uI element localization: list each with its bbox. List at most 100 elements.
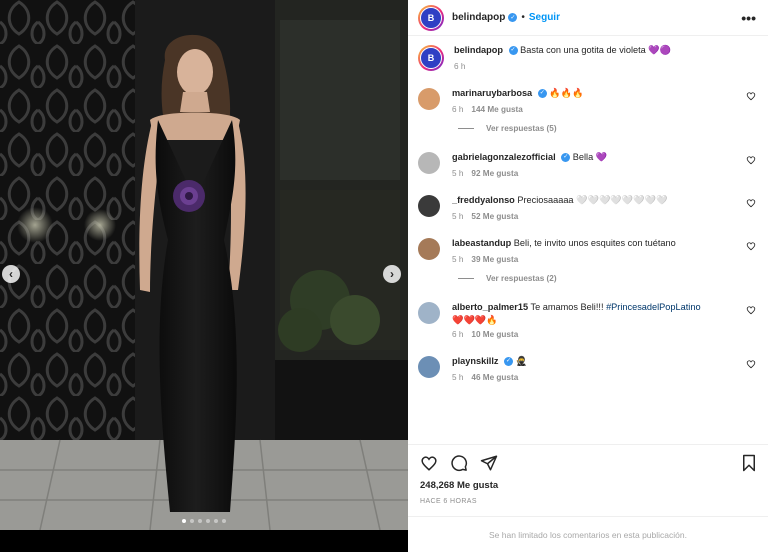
more-options-icon[interactable]: ••• [741, 10, 756, 26]
comment-meta: 6 h 10 Me gusta [452, 330, 758, 339]
post-header: B belindapop ✓ • Seguir ••• [408, 0, 768, 36]
comment: labeastandup Beli, te invito unos esquit… [418, 237, 758, 264]
view-replies-label: Ver respuestas (2) [486, 274, 557, 283]
post-actions [408, 444, 768, 480]
comment-username[interactable]: marinaruybarbosa [452, 88, 532, 98]
comment-username[interactable]: playnskillz [452, 356, 498, 366]
view-replies-label: Ver respuestas (5) [486, 124, 557, 133]
carousel-dot [206, 519, 210, 523]
comment-meta: 5 h 46 Me gusta [452, 373, 758, 382]
photo-illustration [0, 0, 408, 530]
replies-line [458, 278, 474, 279]
heart-icon[interactable] [746, 91, 756, 101]
comment-meta: 5 h 92 Me gusta [452, 169, 758, 178]
share-icon[interactable] [480, 454, 498, 472]
commenter-avatar[interactable] [418, 356, 440, 378]
verified-badge-icon: ✓ [561, 153, 571, 163]
carousel-dot [222, 519, 226, 523]
follow-button[interactable]: Seguir [529, 12, 560, 23]
comment-time: 5 h [452, 169, 464, 178]
comment-username[interactable]: _freddyalonso [452, 195, 515, 205]
comment-icon[interactable] [450, 454, 468, 472]
comment-time: 5 h [452, 212, 464, 221]
comment-meta: 5 h 39 Me gusta [452, 255, 758, 264]
comments-list[interactable]: B belindapop ✓ Basta con una gotita de v… [408, 36, 768, 444]
verified-badge-icon: ✓ [508, 13, 518, 22]
comment-likes[interactable]: 92 Me gusta [471, 169, 518, 178]
caption-avatar[interactable]: B [418, 45, 444, 71]
heart-icon[interactable] [746, 359, 756, 369]
comment-likes[interactable]: 10 Me gusta [471, 330, 518, 339]
post-photo [0, 0, 408, 530]
verified-badge-icon: ✓ [537, 89, 547, 99]
comment-text: Preciosaaaaa 🤍🤍🤍🤍🤍🤍🤍🤍 [517, 195, 668, 205]
heart-icon[interactable] [746, 241, 756, 251]
comment: marinaruybarbosa ✓ 🔥🔥🔥 6 h 144 Me gusta [418, 87, 758, 114]
carousel-dot [214, 519, 218, 523]
verified-badge-icon: ✓ [508, 46, 518, 56]
comment-time: 5 h [452, 373, 464, 382]
author-avatar-image: B [420, 6, 442, 29]
comment-text-row: _freddyalonso Preciosaaaaa 🤍🤍🤍🤍🤍🤍🤍🤍 [452, 194, 758, 207]
comment-text-row: gabrielagonzalezofficial ✓ Bella 💜 [452, 151, 758, 164]
carousel-dot [182, 519, 186, 523]
instagram-post: ‹ › B belindapop ✓ • Seguir ••• B belind… [0, 0, 768, 552]
replies-line [458, 128, 474, 129]
caption: B belindapop ✓ Basta con una gotita de v… [418, 44, 758, 71]
comment-username[interactable]: alberto_palmer15 [452, 302, 528, 312]
comment-likes[interactable]: 144 Me gusta [471, 105, 522, 114]
comment: gabrielagonzalezofficial ✓ Bella 💜 5 h 9… [418, 151, 758, 178]
comment-text: Te amamos Beli!!! [530, 302, 604, 312]
carousel-dot [190, 519, 194, 523]
verified-badge-icon: ✓ [504, 357, 514, 367]
caption-meta: 6 h [454, 62, 758, 71]
comment-meta: 5 h 52 Me gusta [452, 212, 758, 221]
caption-text-row: belindapop ✓ Basta con una gotita de vio… [454, 44, 758, 57]
caption-text: Basta con una gotita de violeta 💜🟣 [520, 45, 672, 55]
heart-icon[interactable] [746, 305, 756, 315]
commenter-avatar[interactable] [418, 238, 440, 260]
comment-likes[interactable]: 46 Me gusta [471, 373, 518, 382]
commenter-avatar[interactable] [418, 152, 440, 174]
view-replies-button[interactable]: Ver respuestas (2) [458, 274, 758, 283]
heart-icon[interactable] [746, 155, 756, 165]
view-replies-button[interactable]: Ver respuestas (5) [458, 124, 758, 133]
comment-text-line2: ❤️❤️❤️🔥 [452, 315, 498, 325]
comment: playnskillz ✓ 🥷 5 h 46 Me gusta [418, 355, 758, 382]
commenter-avatar[interactable] [418, 302, 440, 324]
carousel-dots [0, 519, 408, 523]
author-avatar[interactable]: B [418, 4, 444, 31]
chevron-right-icon[interactable]: › [383, 265, 401, 283]
carousel-dot [198, 519, 202, 523]
comment-time: 6 h [452, 330, 464, 339]
comment-username[interactable]: labeastandup [452, 238, 511, 248]
caption-time: 6 h [454, 62, 466, 71]
heart-icon[interactable] [746, 198, 756, 208]
comment: _freddyalonso Preciosaaaaa 🤍🤍🤍🤍🤍🤍🤍🤍 5 h … [418, 194, 758, 221]
comment-time: 6 h [452, 105, 464, 114]
chevron-left-icon[interactable]: ‹ [2, 265, 20, 283]
comment-text-row: labeastandup Beli, te invito unos esquit… [452, 237, 758, 250]
comment-text-row: alberto_palmer15 Te amamos Beli!!! #Prin… [452, 301, 758, 314]
caption-avatar-image: B [420, 47, 442, 69]
bookmark-icon[interactable] [740, 454, 758, 472]
comment-text: Bella 💜 [572, 152, 608, 162]
caption-username[interactable]: belindapop [454, 45, 503, 55]
comment-text: Beli, te invito unos esquites con tuétan… [513, 238, 676, 248]
comment-text: 🥷 [515, 356, 528, 366]
post-sidebar: B belindapop ✓ • Seguir ••• B belindapop… [408, 0, 768, 552]
comment-time: 5 h [452, 255, 464, 264]
comment-username[interactable]: gabrielagonzalezofficial [452, 152, 556, 162]
comment-likes[interactable]: 39 Me gusta [471, 255, 518, 264]
comments-limited-notice: Se han limitado los comentarios en esta … [408, 516, 768, 552]
commenter-avatar[interactable] [418, 88, 440, 110]
header-separator: • [521, 12, 525, 23]
heart-icon[interactable] [420, 454, 438, 472]
author-username[interactable]: belindapop [452, 12, 505, 23]
comment-text-row: playnskillz ✓ 🥷 [452, 355, 758, 368]
comment-hashtag[interactable]: #PrincesadelPopLatino [606, 302, 701, 312]
commenter-avatar[interactable] [418, 195, 440, 217]
comment-text-row: marinaruybarbosa ✓ 🔥🔥🔥 [452, 87, 758, 100]
comment-likes[interactable]: 52 Me gusta [471, 212, 518, 221]
likes-count[interactable]: 248,268 Me gusta [408, 480, 768, 494]
